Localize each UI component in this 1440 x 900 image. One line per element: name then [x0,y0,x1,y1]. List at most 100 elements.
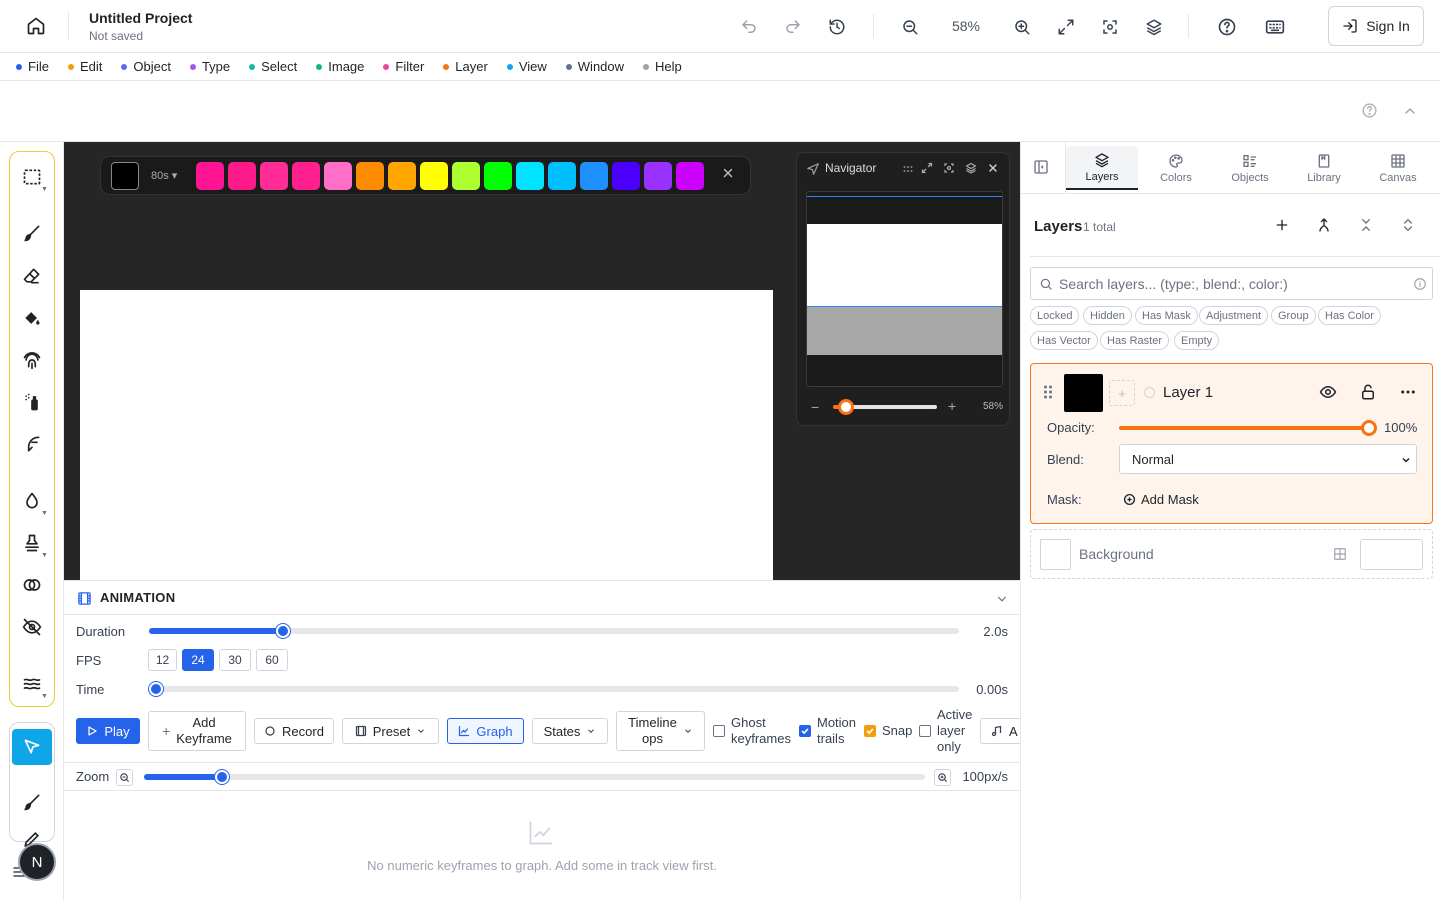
filter-chip-adjustment[interactable]: Adjustment [1199,306,1269,325]
time-slider-thumb[interactable] [149,682,163,696]
states-dropdown[interactable]: States [532,718,608,744]
spray-tool[interactable] [18,388,46,416]
menu-view[interactable]: View [506,59,547,74]
opacity-slider-thumb[interactable] [1361,420,1377,436]
menu-object[interactable]: Object [121,59,171,74]
fps-24-button[interactable]: 24 [182,649,214,671]
filter-chip-locked[interactable]: Locked [1030,306,1080,325]
drag-handle-icon[interactable] [902,163,914,175]
layers-toggle-button[interactable] [1140,13,1168,41]
timeline-zoom-out-button[interactable] [116,769,133,786]
options-help-button[interactable] [1361,102,1378,119]
color-swatch[interactable] [548,162,576,190]
user-avatar[interactable]: N [18,843,56,881]
tab-layers[interactable]: Layers [1066,146,1138,190]
opacity-slider[interactable] [1119,426,1369,430]
visibility-tool[interactable] [18,613,46,641]
active-layer-only-checkbox[interactable]: Active layer only [919,707,972,755]
menu-image[interactable]: Image [316,59,364,74]
sign-in-button[interactable]: Sign In [1328,6,1424,46]
drag-handle-icon[interactable] [1043,384,1053,400]
navigator-preview[interactable] [806,191,1003,387]
add-mask-slot[interactable]: + [1109,380,1135,406]
add-keyframe-button[interactable]: + Add Keyframe [148,711,246,751]
checkbox-box[interactable] [864,724,876,737]
merge-layers-button[interactable] [1316,217,1332,233]
collapse-options-button[interactable] [1402,103,1418,119]
preset-dropdown[interactable]: Preset [342,718,439,744]
paintbrush-tool[interactable] [18,788,46,816]
filter-chip-has-color[interactable]: Has Color [1318,306,1381,325]
artboard[interactable] [80,290,773,580]
brush-tool[interactable] [18,219,46,247]
menu-file[interactable]: File [16,59,49,74]
color-swatch[interactable] [388,162,416,190]
filter-chip-group[interactable]: Group [1271,306,1316,325]
current-color-swatch[interactable] [111,162,139,190]
checkbox-box[interactable] [919,725,931,737]
tab-library[interactable]: Library [1288,146,1360,190]
fill-bucket-tool[interactable] [18,304,46,332]
menu-select[interactable]: Select [249,59,297,74]
layer-card[interactable]: + Layer 1 Opacity: 100% Blend: Normal Ma… [1030,363,1433,524]
layer-name[interactable]: Layer 1 [1163,384,1213,401]
close-swatches-button[interactable] [721,166,735,180]
color-swatch[interactable] [484,162,512,190]
project-title[interactable]: Untitled Project [89,10,192,26]
play-button[interactable]: Play [76,718,140,744]
background-color-swatch[interactable] [1360,539,1423,570]
filter-chip-has-vector[interactable]: Has Vector [1030,331,1098,350]
snap-checkbox[interactable]: Snap [864,723,912,738]
history-button[interactable] [823,13,851,41]
filter-chip-has-raster[interactable]: Has Raster [1100,331,1170,350]
nav-expand-button[interactable] [921,162,933,174]
pointer-tool[interactable] [12,729,52,765]
menu-layer[interactable]: Layer [443,59,488,74]
color-swatch[interactable] [356,162,384,190]
color-swatch[interactable] [580,162,608,190]
menu-window[interactable]: Window [565,59,624,74]
layer-more-button[interactable] [1399,383,1417,401]
fps-12-button[interactable]: 12 [148,649,177,671]
checkbox-box[interactable] [799,725,811,737]
layer-color-tag[interactable] [1144,387,1155,398]
redo-button[interactable] [779,13,807,41]
toggle-lock-button[interactable] [1359,383,1377,401]
filter-chip-has-mask[interactable]: Has Mask [1135,306,1198,325]
layer-search-input[interactable]: Search layers... (type:, blend:, color:) [1030,267,1433,300]
color-swatch[interactable] [292,162,320,190]
color-swatch[interactable] [452,162,480,190]
filter-chip-empty[interactable]: Empty [1174,331,1220,350]
filter-chip-hidden[interactable]: Hidden [1083,306,1132,325]
add-layer-button[interactable] [1274,217,1290,233]
collapse-all-button[interactable] [1358,217,1374,233]
nav-zoom-out-button[interactable]: − [811,399,819,415]
zoom-in-button[interactable] [1008,13,1036,41]
undo-button[interactable] [735,13,763,41]
keyboard-shortcuts-button[interactable] [1261,13,1289,41]
ghost-keyframes-checkbox[interactable]: Ghost keyframes [713,715,791,747]
duration-slider-thumb[interactable] [275,624,290,638]
eraser-tool[interactable] [18,262,46,290]
focus-button[interactable] [1096,13,1124,41]
tab-canvas[interactable]: Canvas [1362,146,1434,190]
background-layer-card[interactable]: Background [1030,529,1433,579]
add-mask-button[interactable]: Add Mask [1123,492,1199,507]
color-swatch[interactable] [260,162,288,190]
color-swatch[interactable] [324,162,352,190]
nav-close-button[interactable] [987,162,999,174]
toggle-visibility-button[interactable] [1319,383,1337,401]
color-swatch[interactable] [228,162,256,190]
timeline-zoom-in-button[interactable] [934,769,951,786]
help-button[interactable] [1213,13,1241,41]
canvas-viewport[interactable]: 80s ▾ Navigator − + 58% [64,142,1020,580]
fit-screen-button[interactable] [1052,13,1080,41]
nav-focus-button[interactable] [943,162,955,174]
nav-layers-button[interactable] [965,162,977,174]
palette-selector[interactable]: 80s ▾ [151,169,177,182]
zoom-level[interactable]: 58% [944,18,988,34]
audio-button[interactable]: A [980,718,1024,744]
tab-objects[interactable]: Objects [1214,146,1286,190]
expand-all-button[interactable] [1400,217,1416,233]
search-info-icon[interactable] [1413,277,1427,291]
